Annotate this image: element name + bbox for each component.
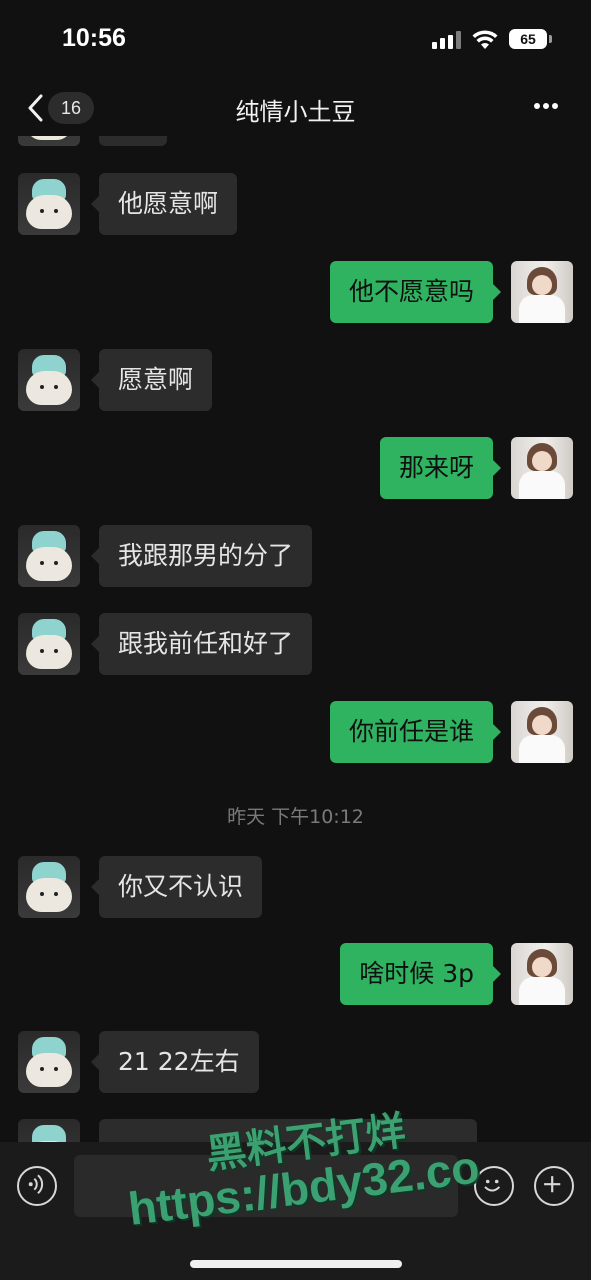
contact-avatar[interactable] — [18, 136, 80, 146]
message-bubble-outgoing[interactable]: 他不愿意吗 — [329, 261, 502, 323]
home-indicator — [190, 1260, 402, 1268]
contact-avatar[interactable] — [18, 613, 80, 675]
message-bubble-incoming[interactable]: 他愿意啊 — [90, 173, 238, 235]
message-list[interactable]: 他愿意啊 他不愿意吗 愿意啊 那来呀 我跟那男的分了 跟我前任和好了 你前任是谁… — [0, 136, 591, 1142]
message-bubble-incoming[interactable]: 愿意啊 — [90, 349, 213, 411]
status-bar: 10:56 65 — [0, 0, 591, 80]
nav-bar: 16 纯情小土豆 — [0, 80, 591, 136]
contact-avatar[interactable] — [18, 173, 80, 235]
message-bubble-outgoing[interactable]: 你前任是谁 — [329, 701, 502, 763]
message-timestamp: 昨天 下午10:12 — [227, 806, 364, 828]
message-bubble-outgoing[interactable]: 那来呀 — [379, 437, 502, 499]
battery-level: 65 — [520, 31, 536, 47]
chat-title: 纯情小土豆 — [235, 98, 356, 126]
voice-icon — [28, 1174, 44, 1194]
contact-avatar[interactable] — [18, 349, 80, 411]
wifi-icon — [472, 30, 498, 49]
my-avatar[interactable] — [511, 261, 573, 323]
my-avatar[interactable] — [511, 437, 573, 499]
contact-avatar[interactable] — [18, 525, 80, 587]
message-input[interactable] — [74, 1155, 458, 1217]
more-actions-button[interactable] — [534, 1166, 574, 1206]
message-bubble-incoming[interactable]: 21 22左右 — [91, 1031, 259, 1093]
more-icon — [534, 103, 540, 109]
input-bar — [0, 1142, 591, 1280]
message-bubble-incoming[interactable]: 我跟那男的分了 — [90, 525, 313, 587]
emoji-icon — [484, 1179, 501, 1192]
battery-cap — [549, 35, 552, 43]
more-options-button[interactable] — [526, 94, 566, 118]
my-avatar[interactable] — [511, 943, 573, 1005]
emoji-button[interactable] — [474, 1166, 514, 1206]
message-bubble-partial — [99, 136, 167, 146]
voice-input-button[interactable] — [17, 1166, 57, 1206]
contact-avatar[interactable] — [18, 856, 80, 918]
battery-icon: 65 — [509, 29, 547, 49]
cellular-signal-icon — [432, 31, 462, 49]
message-bubble-incoming[interactable]: 你又不认识 — [90, 856, 263, 918]
contact-avatar[interactable] — [18, 1031, 80, 1093]
contact-avatar[interactable] — [18, 1119, 80, 1142]
message-bubble-outgoing[interactable]: 啥时候 3p — [340, 943, 501, 1005]
message-bubble-partial — [99, 1119, 477, 1142]
my-avatar[interactable] — [511, 701, 573, 763]
message-bubble-incoming[interactable]: 跟我前任和好了 — [90, 613, 313, 675]
plus-icon — [544, 1176, 561, 1193]
status-time: 10:56 — [62, 24, 126, 52]
